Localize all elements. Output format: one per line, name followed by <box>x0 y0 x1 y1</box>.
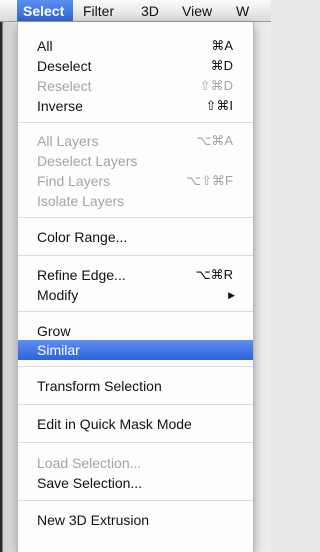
menu-item-shortcut: ⌥⇧⌘F <box>186 173 233 188</box>
menu-item-label: Deselect Layers <box>37 153 138 169</box>
menu-item-modify[interactable]: Modify ▶ <box>18 285 253 305</box>
menu-item-label: Find Layers <box>37 173 111 189</box>
menu-item-deselect[interactable]: Deselect ⌘D <box>18 56 253 76</box>
menu-view[interactable]: View <box>176 0 222 21</box>
menu-item-label: Transform Selection <box>37 378 162 394</box>
menu-item-label: Edit in Quick Mask Mode <box>37 416 192 432</box>
menu-item-shortcut: ⌥⌘A <box>196 133 233 148</box>
menu-item-label: Reselect <box>37 78 92 94</box>
menu-item-shortcut: ⇧⌘I <box>205 98 233 113</box>
menu-separator <box>18 442 253 443</box>
menu-item-label: Grow <box>37 323 71 339</box>
menu-item-all-layers: All Layers ⌥⌘A <box>18 131 253 151</box>
menu-select[interactable]: Select <box>17 0 73 21</box>
menu-item-quick-mask-mode[interactable]: Edit in Quick Mask Mode <box>18 414 253 434</box>
menu-separator <box>18 255 253 256</box>
menu-separator <box>18 404 253 405</box>
menu-item-reselect: Reselect ⇧⌘D <box>18 76 253 96</box>
menu-bar: Select Filter 3D View W <box>0 0 271 22</box>
menu-item-shortcut: ⌥⌘R <box>195 267 233 282</box>
menu-item-label: All Layers <box>37 133 99 149</box>
menu-item-label: Deselect <box>37 58 92 74</box>
menu-item-label: Color Range... <box>37 229 128 245</box>
menu-separator <box>18 311 253 312</box>
menu-window[interactable]: W <box>230 0 271 21</box>
menu-item-label: All <box>37 38 53 54</box>
menu-separator <box>18 217 253 218</box>
menu-item-inverse[interactable]: Inverse ⇧⌘I <box>18 96 253 116</box>
menu-separator <box>18 366 253 367</box>
menu-filter[interactable]: Filter <box>77 0 129 21</box>
background-right <box>254 22 271 552</box>
menu-item-label: Inverse <box>37 98 83 114</box>
menu-item-new-3d-extrusion[interactable]: New 3D Extrusion <box>18 510 253 530</box>
menu-item-similar[interactable]: Similar <box>18 340 253 360</box>
menu-item-isolate-layers: Isolate Layers <box>18 191 253 211</box>
menu-item-transform-selection[interactable]: Transform Selection <box>18 376 253 396</box>
menu-item-label: Modify <box>37 287 79 303</box>
menu-item-label: New 3D Extrusion <box>37 512 150 528</box>
menu-item-shortcut: ⇧⌘D <box>199 78 233 93</box>
menu-item-label: Isolate Layers <box>37 193 125 209</box>
menu-item-save-selection[interactable]: Save Selection... <box>18 473 253 493</box>
menu-3d[interactable]: 3D <box>135 0 169 21</box>
menu-item-load-selection: Load Selection... <box>18 453 253 473</box>
menu-item-label: Refine Edge... <box>37 267 126 283</box>
menu-item-deselect-layers: Deselect Layers <box>18 151 253 171</box>
menu-separator <box>18 500 253 501</box>
menu-item-all[interactable]: All ⌘A <box>18 36 253 56</box>
menu-item-shortcut: ⌘A <box>211 38 233 53</box>
menu-separator <box>18 122 253 123</box>
triangle-right-icon: ▶ <box>228 290 235 300</box>
menu-item-grow[interactable]: Grow <box>18 321 253 341</box>
menu-item-label: Similar <box>37 342 80 358</box>
menu-item-refine-edge[interactable]: Refine Edge... ⌥⌘R <box>18 265 253 285</box>
menu-item-label: Load Selection... <box>37 455 142 471</box>
select-dropdown-menu: All ⌘A Deselect ⌘D Reselect ⇧⌘D Inverse … <box>17 22 254 552</box>
menu-item-find-layers: Find Layers ⌥⇧⌘F <box>18 171 253 191</box>
menu-item-shortcut: ⌘D <box>210 58 233 73</box>
menu-item-label: Save Selection... <box>37 475 143 491</box>
background-left <box>0 22 17 552</box>
menu-item-color-range[interactable]: Color Range... <box>18 227 253 247</box>
